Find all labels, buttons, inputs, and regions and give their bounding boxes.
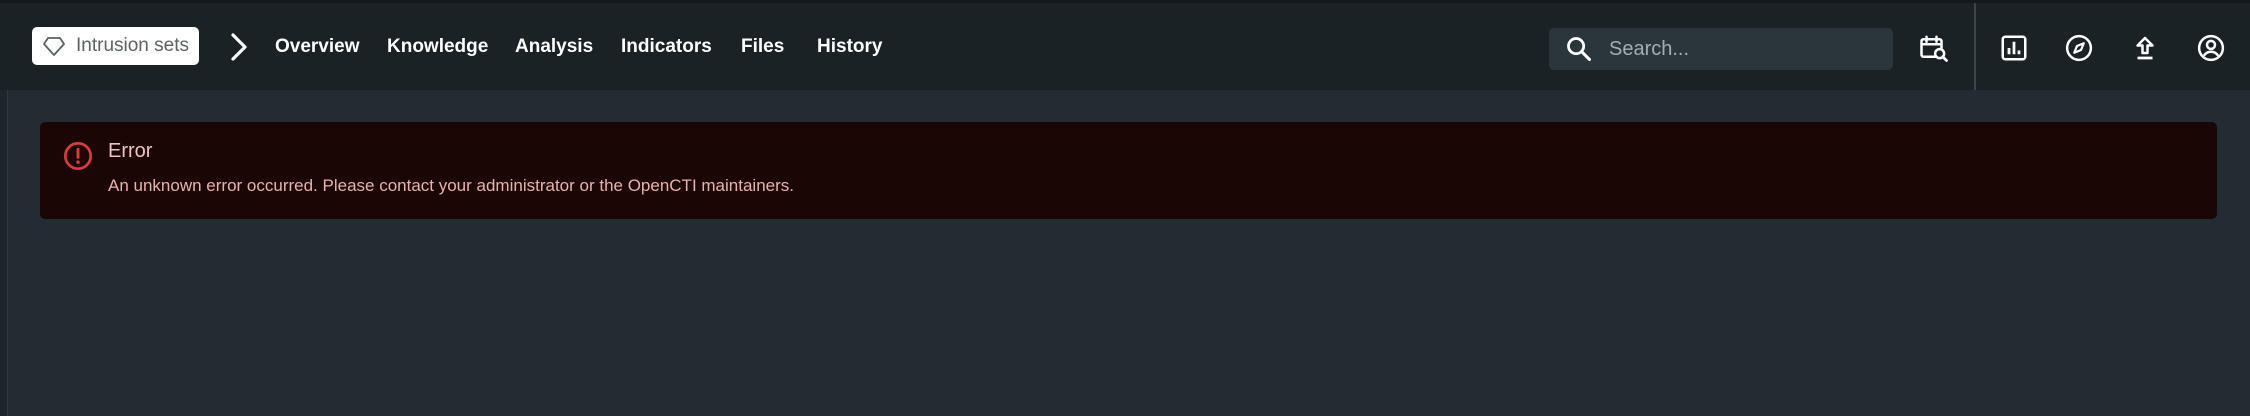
toolbar-divider [1974,3,1976,90]
error-outline-icon [62,140,94,172]
compass-icon[interactable] [2062,31,2096,65]
tab-indicators-label[interactable]: Indicators [621,36,712,58]
error-alert: Error An unknown error occurred. Please … [40,122,2217,219]
alert-title: Error [108,140,153,162]
tab-overview[interactable]: Overview [275,25,360,69]
tab-knowledge[interactable]: Knowledge [387,25,488,69]
search-input[interactable] [1607,36,1881,62]
tab-files[interactable]: Files [741,25,784,69]
left-rail [0,90,8,416]
calendar-search-icon[interactable] [1917,31,1951,65]
top-bar: Intrusion sets Overview Knowledge Analys… [0,3,2250,90]
diamond-icon [42,34,66,58]
tab-analysis[interactable]: Analysis [515,25,593,69]
upload-icon[interactable] [2128,31,2162,65]
tab-history-label[interactable]: History [817,36,882,58]
chevron-right-icon [226,31,252,63]
tab-analysis-label[interactable]: Analysis [515,36,593,58]
entity-type-chip[interactable]: Intrusion sets [32,27,199,65]
search-box[interactable] [1549,28,1893,70]
tab-files-label[interactable]: Files [741,36,784,58]
search-icon [1565,35,1593,63]
tab-indicators[interactable]: Indicators [621,25,712,69]
app-root: Intrusion sets Overview Knowledge Analys… [0,0,2250,416]
tab-history[interactable]: History [817,25,882,69]
entity-type-label: Intrusion sets [76,35,189,56]
alert-message: An unknown error occurred. Please contac… [108,176,794,195]
account-circle-icon[interactable] [2194,31,2228,65]
chart-box-icon[interactable] [1997,31,2031,65]
tab-knowledge-label[interactable]: Knowledge [387,36,488,58]
tab-overview-label[interactable]: Overview [275,36,360,58]
